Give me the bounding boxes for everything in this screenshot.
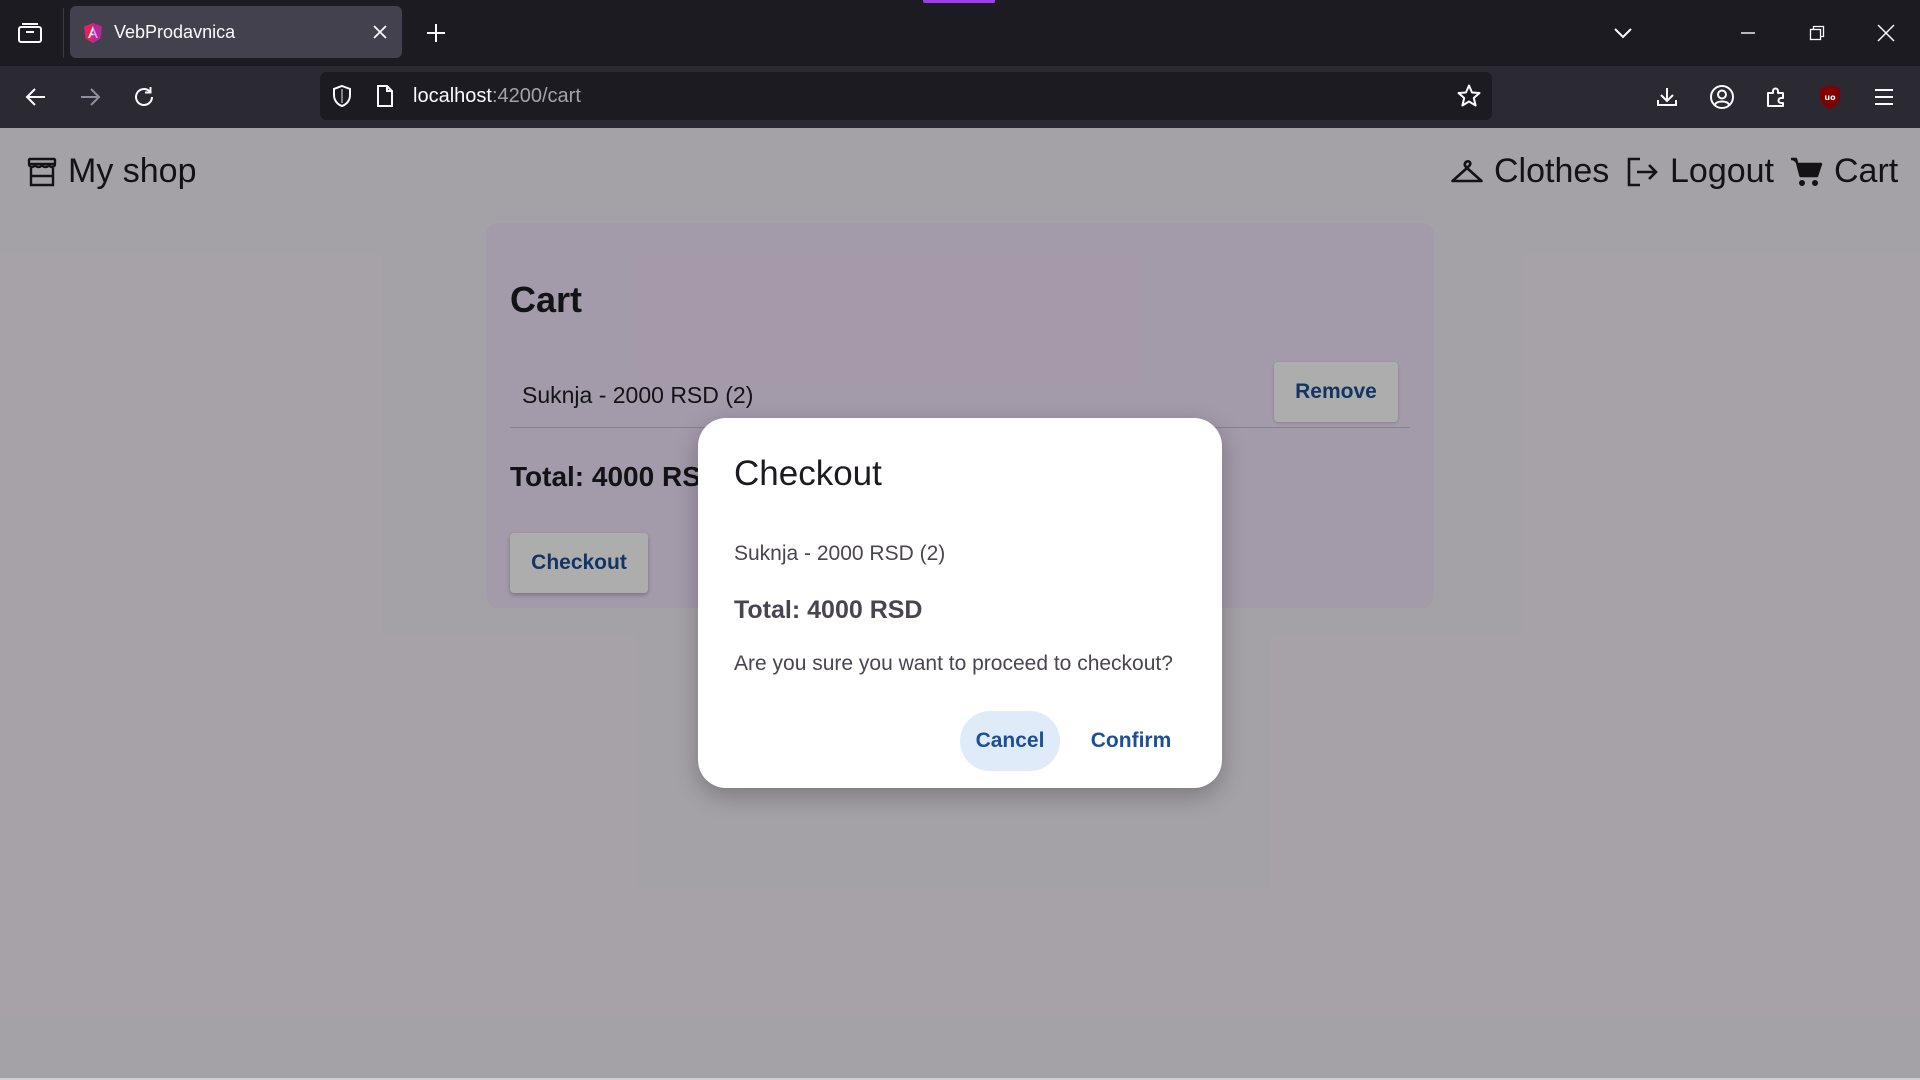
tab-strip-accent: [923, 0, 995, 3]
browser-navigation-bar: localhost:4200/cart uo: [0, 66, 1920, 128]
dialog-total: Total: 4000 RSD: [734, 596, 923, 624]
url-text[interactable]: localhost:4200/cart: [413, 85, 581, 108]
plus-icon[interactable]: [420, 17, 452, 49]
window-close-icon[interactable]: [1870, 17, 1902, 49]
cancel-button[interactable]: Cancel: [960, 711, 1060, 771]
chevron-down-icon[interactable]: [1607, 17, 1639, 49]
dialog-question: Are you sure you want to proceed to chec…: [734, 652, 1173, 675]
shield-icon[interactable]: [330, 84, 354, 108]
forward-arrow-icon[interactable]: [72, 79, 108, 115]
minimize-icon[interactable]: [1732, 17, 1764, 49]
web-page: My shop Clothes Logout Cart Cart Suknja …: [0, 128, 1920, 1080]
download-icon[interactable]: [1649, 79, 1685, 115]
ublock-shield-icon[interactable]: uo: [1812, 79, 1848, 115]
restore-icon[interactable]: [1801, 17, 1833, 49]
reload-icon[interactable]: [126, 79, 162, 115]
browser-tab-active[interactable]: VebProdavnica: [70, 6, 402, 58]
svg-text:uo: uo: [1824, 93, 1836, 102]
tab-separator: [63, 8, 64, 58]
confirm-button[interactable]: Confirm: [1076, 711, 1186, 771]
angular-favicon-icon: [82, 22, 104, 44]
tab-title: VebProdavnica: [114, 22, 236, 42]
checkout-dialog: Checkout Suknja - 2000 RSD (2) Total: 40…: [698, 418, 1222, 788]
close-icon[interactable]: [368, 20, 392, 44]
puzzle-icon[interactable]: [1758, 79, 1794, 115]
url-path: :4200/cart: [491, 85, 581, 107]
url-host: localhost: [413, 85, 492, 107]
address-bar[interactable]: localhost:4200/cart: [320, 72, 1492, 120]
tab-list-icon[interactable]: [12, 17, 48, 49]
page-icon[interactable]: [373, 84, 397, 108]
back-arrow-icon[interactable]: [18, 79, 54, 115]
browser-tab-strip: VebProdavnica: [0, 0, 1920, 66]
star-icon[interactable]: [1456, 83, 1482, 109]
hamburger-menu-icon[interactable]: [1866, 79, 1902, 115]
account-icon[interactable]: [1704, 79, 1740, 115]
dialog-item-text: Suknja - 2000 RSD (2): [734, 542, 946, 565]
dialog-title: Checkout: [734, 454, 882, 493]
